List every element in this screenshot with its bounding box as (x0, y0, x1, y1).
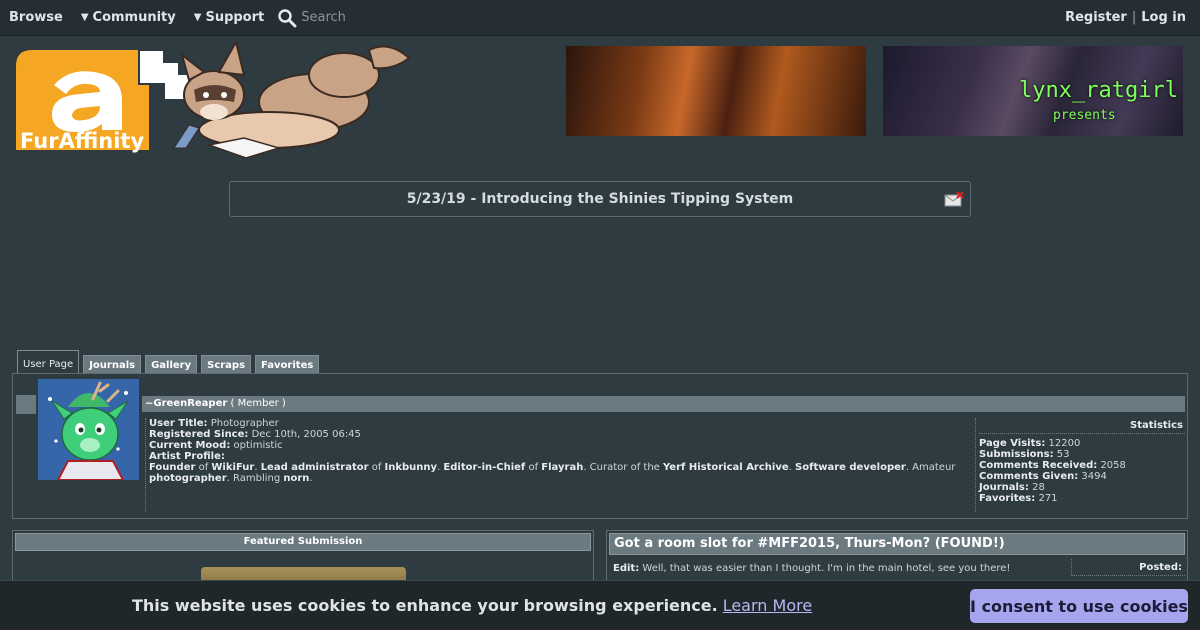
furaffinity-logo[interactable]: FurAffinity (14, 39, 424, 160)
featured-heading: Featured Submission (15, 533, 591, 551)
dismiss-notice-icon[interactable] (944, 191, 964, 207)
user-title-value: Photographer (210, 418, 279, 429)
user-profile-panel: ~GreenReaper ( Member ) User Title: Phot… (12, 373, 1188, 519)
user-statistics: Statistics Page Visits: 12200 Submission… (975, 418, 1185, 512)
profile-text: of (195, 462, 212, 473)
caret-down-icon: ▼ (193, 12, 202, 23)
tab-user-page[interactable]: User Page (17, 350, 80, 374)
search-input[interactable] (297, 10, 458, 25)
journal-posted-label: Posted: (1071, 559, 1185, 576)
profile-text: . Curator of the (583, 462, 663, 473)
profile-flayrah-link[interactable]: Flayrah (541, 462, 583, 473)
profile-wikifur-link[interactable]: WikiFur (211, 462, 254, 473)
profile-yerf-link[interactable]: Yerf Historical Archive (663, 462, 789, 473)
nav-community[interactable]: ▼ Community (72, 0, 185, 36)
stat-value: 2058 (1100, 460, 1126, 471)
learn-more-link[interactable]: Learn More (723, 596, 812, 615)
header-banner-right[interactable]: lynx_ratgirl presents (883, 46, 1183, 136)
profile-norn-link[interactable]: norn (283, 473, 309, 484)
profile-tabs: User Page Journals Gallery Scraps Favori… (17, 350, 320, 374)
nav-support[interactable]: ▼ Support (185, 0, 274, 36)
artist-profile-text: Founder of WikiFur. Lead administrator o… (149, 462, 969, 484)
panel-marker (16, 395, 36, 414)
nav-browse[interactable]: Browse (0, 0, 72, 36)
stat-value: 28 (1032, 482, 1045, 493)
tab-gallery[interactable]: Gallery (145, 355, 198, 374)
profile-editor: Editor-in-Chief (443, 462, 526, 473)
tab-scraps[interactable]: Scraps (201, 355, 252, 374)
profile-text: . (309, 473, 313, 484)
avatar-image-icon (38, 379, 139, 480)
registered-row: Registered Since: Dec 10th, 2005 06:45 (149, 429, 975, 440)
stat-submissions: Submissions: 53 (979, 449, 1185, 460)
artist-profile-row: Artist Profile: (149, 451, 975, 462)
user-info: User Title: Photographer Registered Sinc… (145, 418, 975, 512)
banner-presents: presents (1053, 108, 1116, 123)
cookie-consent-button[interactable]: I consent to use cookies (970, 589, 1188, 623)
stat-label: Comments Given: (979, 471, 1079, 482)
banner-artist-name: lynx_ratgirl (1019, 78, 1178, 103)
journal-body: Edit: Well, that was easier than I thoug… (613, 563, 1010, 574)
user-name[interactable]: ~GreenReaper (145, 398, 227, 409)
stat-label: Comments Received: (979, 460, 1098, 471)
logo-mascot-icon: FurAffinity (16, 39, 411, 159)
stat-value: 271 (1038, 493, 1058, 504)
statistics-heading: Statistics (979, 418, 1185, 434)
journal-edit-text: Well, that was easier than I thought. I'… (642, 563, 1011, 574)
stat-favorites: Favorites: 271 (979, 493, 1185, 504)
stat-value: 53 (1056, 449, 1070, 460)
stat-comments-received: Comments Received: 2058 (979, 460, 1185, 471)
mood-row: Current Mood: optimistic (149, 440, 975, 451)
site-notice: 5/23/19 - Introducing the Shinies Tippin… (229, 181, 971, 217)
caret-down-icon: ▼ (80, 12, 89, 23)
cookie-banner: This website uses cookies to enhance you… (0, 580, 1200, 630)
stat-value: 3494 (1081, 471, 1107, 482)
register-link[interactable]: Register (1065, 10, 1127, 25)
stat-journals: Journals: 28 (979, 482, 1185, 493)
nav-support-label: Support (205, 10, 265, 25)
search-icon[interactable] (277, 8, 297, 28)
stat-page-visits: Page Visits: 12200 (979, 438, 1185, 449)
profile-photographer: photographer (149, 473, 227, 484)
profile-inkbunny-link[interactable]: Inkbunny (385, 462, 438, 473)
profile-text: . Amateur (905, 462, 956, 473)
cookie-message: This website uses cookies to enhance you… (132, 596, 718, 615)
notice-text[interactable]: 5/23/19 - Introducing the Shinies Tippin… (407, 191, 794, 207)
user-role: ( Member ) (230, 398, 286, 409)
profile-text: of (368, 462, 385, 473)
profile-lead-admin: Lead administrator (260, 462, 369, 473)
logo-text: FurAffinity (20, 129, 144, 153)
mood-label: Current Mood: (149, 440, 231, 451)
journal-title[interactable]: Got a room slot for #MFF2015, Thurs-Mon?… (609, 533, 1185, 555)
nav-separator: | (1131, 10, 1137, 25)
stat-label: Journals: (979, 482, 1029, 493)
tab-journals[interactable]: Journals (83, 355, 142, 374)
registered-label: Registered Since: (149, 429, 249, 440)
stat-label: Page Visits: (979, 438, 1046, 449)
account-links: Register | Log in (1065, 10, 1200, 25)
user-title-row: User Title: Photographer (149, 418, 975, 429)
search-box (277, 8, 458, 28)
stat-value: 12200 (1048, 438, 1081, 449)
journal-edit-label: Edit: (613, 563, 640, 574)
user-name-bar: ~GreenReaper ( Member ) (142, 396, 1185, 412)
mood-value: optimistic (233, 440, 283, 451)
tab-favorites[interactable]: Favorites (255, 355, 320, 374)
registered-value: Dec 10th, 2005 06:45 (251, 429, 361, 440)
user-title-label: User Title: (149, 418, 208, 429)
avatar[interactable] (38, 379, 139, 480)
login-link[interactable]: Log in (1141, 10, 1186, 25)
artist-profile-label: Artist Profile: (149, 451, 225, 462)
top-navigation: Browse ▼Community ▼Support Register | Lo… (0, 0, 1200, 36)
stat-label: Submissions: (979, 449, 1054, 460)
header-banner-left[interactable] (566, 46, 866, 136)
profile-text: . Rambling (226, 473, 284, 484)
profile-founder: Founder (149, 462, 196, 473)
stat-label: Favorites: (979, 493, 1036, 504)
profile-software-dev: Software developer (795, 462, 906, 473)
stat-comments-given: Comments Given: 3494 (979, 471, 1185, 482)
profile-text: of (525, 462, 542, 473)
nav-community-label: Community (92, 10, 176, 25)
